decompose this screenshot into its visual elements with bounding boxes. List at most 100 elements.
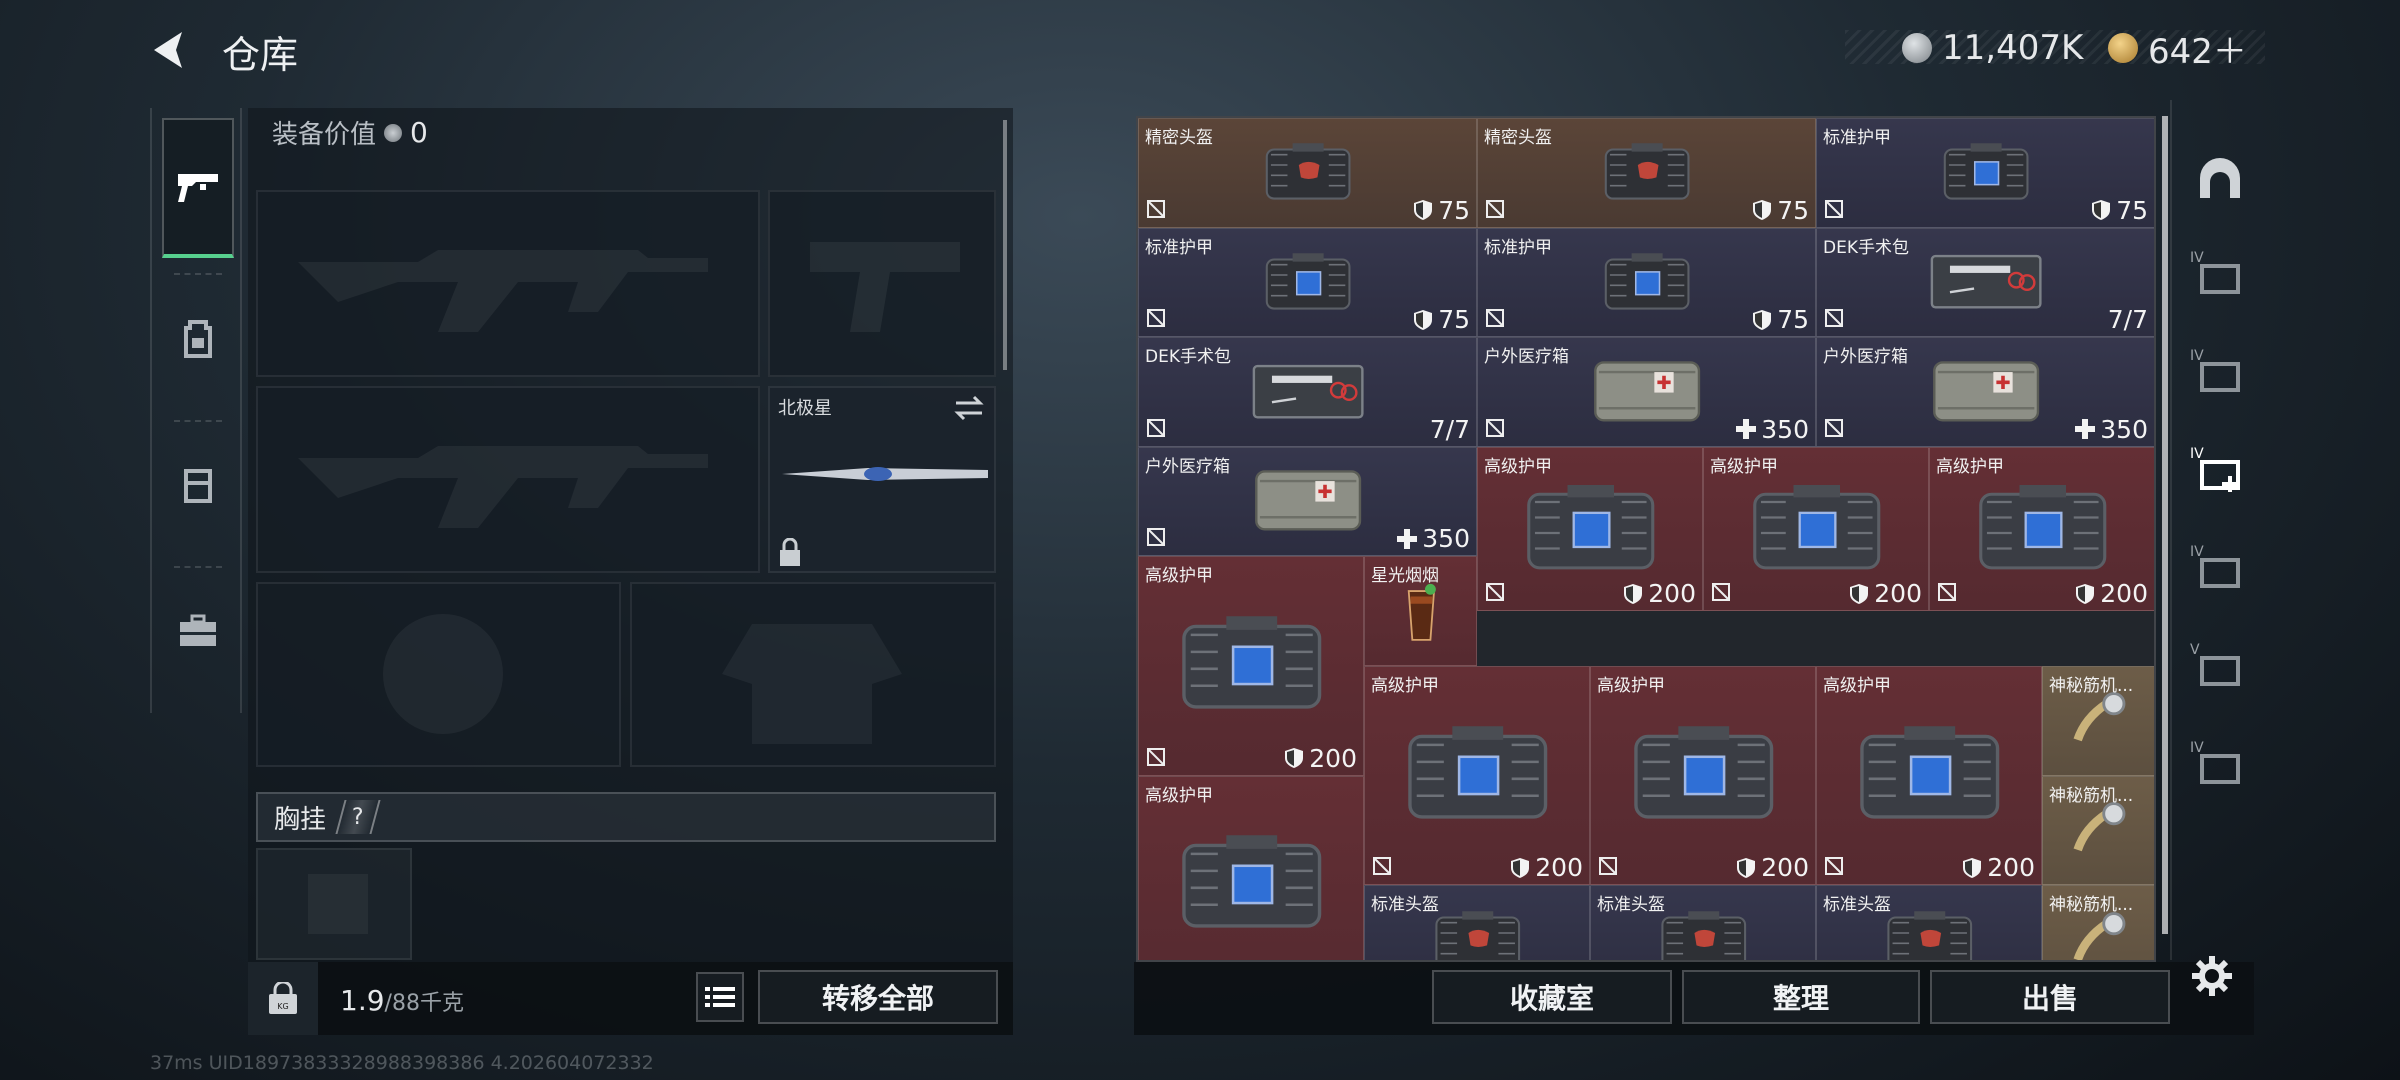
inventory-item[interactable]: 标准护甲 75 — [1816, 118, 2154, 228]
item-value-text: 75 — [2116, 195, 2148, 225]
coin-balance[interactable]: 11,407K — [1902, 28, 2083, 68]
inventory-item[interactable]: 标准护甲 75 — [1138, 227, 1477, 338]
helmet-filter-button[interactable] — [2190, 148, 2250, 208]
item-value: 200 — [1962, 853, 2035, 882]
sell-button[interactable]: 出售 — [1930, 970, 2170, 1024]
inventory-item[interactable]: 户外医疗箱 350 — [1138, 446, 1477, 557]
primary-weapon-slot[interactable] — [256, 190, 760, 377]
inventory-item[interactable]: 高级护甲 200 — [1929, 446, 2154, 612]
inventory-scrollbar[interactable] — [2162, 116, 2168, 934]
inventory-item[interactable]: 高级护甲 200 — [1138, 556, 1364, 776]
inventory-item[interactable]: 精密头盔 75 — [1477, 118, 1816, 228]
item-value-text: 200 — [1761, 853, 1809, 883]
armor-bag-icon — [1182, 835, 1322, 928]
inventory-item[interactable]: 神秘筋机... — [2042, 666, 2154, 776]
backpack-icon — [184, 320, 212, 358]
no-insurance-icon — [1486, 199, 1504, 218]
inventory-item[interactable]: 高级护甲 200 — [1477, 446, 1703, 612]
no-insurance-icon — [1825, 857, 1843, 876]
no-insurance-icon — [1599, 857, 1617, 876]
help-button[interactable]: ? — [335, 800, 381, 834]
list-view-button[interactable] — [696, 972, 744, 1022]
ammo-filter-button[interactable]: IV — [2190, 540, 2250, 600]
item-value: 75 — [1413, 305, 1470, 334]
item-name: 标准头盔 — [1597, 895, 1665, 916]
item-value-text: 200 — [1648, 579, 1696, 609]
equipment-scrollbar[interactable] — [1003, 120, 1007, 370]
chest-rig-header: 胸挂 ? — [256, 792, 996, 842]
medkit-filter-button[interactable]: IV — [2190, 442, 2250, 502]
item-icon — [1619, 698, 1789, 843]
armor-bag-icon — [1944, 143, 2029, 200]
gold-balance[interactable]: 642＋ — [2108, 28, 2247, 72]
back-arrow-icon[interactable] — [148, 28, 196, 72]
chest-rig-slot[interactable] — [256, 848, 412, 960]
inventory-item[interactable]: DEK手术包 7/7 — [1138, 337, 1477, 447]
item-value-text: 350 — [1422, 524, 1470, 554]
item-name: 高级护甲 — [1484, 456, 1552, 477]
weight-lock: KG — [248, 962, 318, 1035]
inventory-item[interactable]: 神秘筋机... — [2042, 775, 2154, 886]
armor-filter-button[interactable]: IV — [2190, 246, 2250, 306]
swap-icon[interactable] — [952, 394, 986, 422]
melee-item-name: 北极星 — [778, 398, 832, 419]
inventory-item[interactable]: 标准护甲 75 — [1477, 227, 1816, 338]
no-insurance-icon — [1938, 583, 1956, 602]
item-value: 350 — [1397, 524, 1470, 553]
gear-icon[interactable] — [2190, 954, 2234, 998]
shield-icon — [2076, 583, 2095, 604]
organize-button[interactable]: 整理 — [1682, 970, 1920, 1024]
inventory-item[interactable]: 高级护甲 200 — [1590, 666, 1816, 886]
inventory-item[interactable]: 标准头盔 — [1816, 885, 2042, 960]
inventory-item[interactable]: 高级护甲 200 — [1364, 666, 1590, 886]
item-value: 75 — [1752, 196, 1809, 225]
melee-slot[interactable]: 北极星 — [768, 386, 996, 573]
inventory-item[interactable]: 神秘筋机... — [2042, 885, 2154, 960]
inventory-item[interactable]: 高级护甲 — [1138, 775, 1364, 960]
inventory-item[interactable]: 精密头盔 75 — [1138, 118, 1477, 228]
inventory-item[interactable]: 高级护甲 200 — [1816, 666, 2042, 886]
transfer-all-button[interactable]: 转移全部 — [758, 970, 998, 1024]
inventory-item[interactable]: 标准头盔 — [1364, 885, 1590, 960]
no-insurance-icon — [1486, 583, 1504, 602]
helmet-slot[interactable] — [256, 582, 621, 767]
tier-label: V — [2190, 642, 2200, 658]
coin-icon — [384, 123, 403, 142]
item-value: 200 — [1623, 579, 1696, 608]
inventory-item[interactable]: 高级护甲 200 — [1703, 446, 1929, 612]
tab-toolbox[interactable] — [162, 561, 234, 701]
tier-label: IV — [2190, 446, 2204, 462]
misc-filter-button[interactable]: IV — [2190, 736, 2250, 796]
chest-rig-silhouette-icon — [308, 874, 368, 934]
armor-bag-icon — [1634, 726, 1774, 819]
tab-weapons[interactable] — [162, 118, 234, 258]
equipment-value-amount: 0 — [410, 116, 428, 149]
inventory-item[interactable]: 户外医疗箱 350 — [1816, 337, 2154, 447]
armor-bag-icon — [1979, 484, 2107, 570]
key-filter-button[interactable]: V — [2190, 638, 2250, 698]
secondary-weapon-slot[interactable] — [256, 386, 760, 573]
no-insurance-icon — [1825, 309, 1843, 328]
shield-icon — [2092, 200, 2111, 221]
shield-icon — [1753, 309, 1772, 330]
inventory-item[interactable]: 户外医疗箱 350 — [1477, 337, 1816, 447]
item-value: 75 — [1752, 305, 1809, 334]
inventory-item[interactable]: 标准头盔 — [1590, 885, 1816, 960]
helmet-filter-icon — [2200, 158, 2240, 198]
inventory-item[interactable]: DEK手术包 7/7 — [1816, 227, 2154, 338]
pistol-silhouette-icon — [810, 242, 960, 332]
pistol-slot[interactable] — [768, 190, 996, 377]
item-name: 标准头盔 — [1823, 895, 1891, 916]
inventory-item[interactable]: 星光烟烟 — [1364, 556, 1477, 667]
weight-lock-icon: KG — [269, 981, 297, 1014]
tab-armor-vest[interactable] — [162, 415, 234, 555]
tier-label: IV — [2190, 348, 2204, 364]
tab-backpack[interactable] — [162, 268, 234, 408]
no-insurance-icon — [1147, 418, 1165, 437]
item-value: 7/7 — [2108, 305, 2148, 334]
weapon-filter-button[interactable]: IV — [2190, 344, 2250, 404]
plus-icon — [1736, 419, 1757, 440]
collection-room-button[interactable]: 收藏室 — [1432, 970, 1672, 1024]
item-name: 高级护甲 — [1936, 456, 2004, 477]
body-armor-slot[interactable] — [630, 582, 996, 767]
